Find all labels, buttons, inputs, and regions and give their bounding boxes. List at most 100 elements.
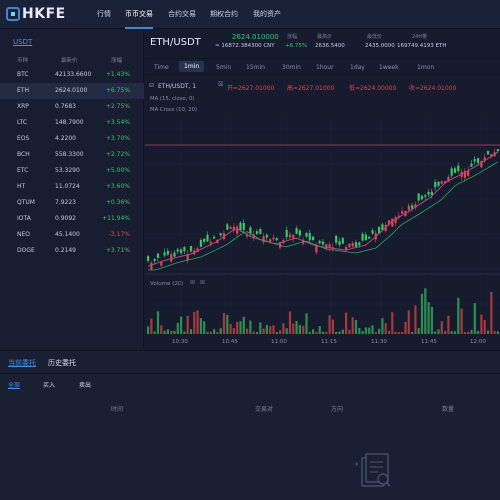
volume-bar	[285, 328, 288, 334]
market-change: +2.75%	[105, 103, 130, 110]
volume-bar	[463, 331, 466, 334]
market-coin: QTUM	[17, 199, 35, 206]
filter-all[interactable]: 全部	[8, 380, 20, 389]
volume-bar	[351, 317, 354, 334]
volume-bar	[302, 325, 305, 334]
market-change: +6.75%	[105, 87, 130, 94]
candle	[411, 205, 414, 209]
nav-item-spot-trading[interactable]: 币币交易	[125, 9, 153, 29]
filter-buy[interactable]: 买入	[43, 380, 55, 389]
column-quantity: 数量	[442, 406, 455, 413]
market-tab-usdt[interactable]: USDT	[13, 38, 32, 46]
candle	[450, 168, 453, 176]
nav-item-contract-trading[interactable]: 合约交易	[168, 9, 196, 19]
volume-bar	[150, 318, 153, 334]
volume-bar	[236, 321, 239, 334]
candle	[242, 222, 245, 230]
volume-bar	[206, 331, 209, 334]
market-row-xrp[interactable]: XRP 0.7683 +2.75%	[0, 99, 144, 115]
candle	[255, 231, 259, 234]
volume-bar	[404, 321, 407, 334]
volume-bar	[180, 316, 183, 334]
market-row-btc[interactable]: BTC 42133.6600 +1.43%	[0, 67, 144, 83]
logo-icon	[6, 7, 20, 21]
volume-bar	[345, 312, 348, 334]
nav-item-options[interactable]: 期权合约	[210, 9, 238, 19]
candle	[305, 232, 308, 237]
nav-item-market[interactable]: 行情	[97, 9, 111, 19]
volume-bar	[262, 328, 265, 334]
volume-bar	[391, 312, 394, 334]
volume-bar	[420, 293, 424, 334]
filter-sell[interactable]: 卖出	[79, 380, 91, 389]
volume-bar	[315, 331, 318, 334]
ma-line	[147, 151, 499, 267]
market-row-eos[interactable]: EOS 4.2200 +3.70%	[0, 131, 144, 147]
market-header-price: 最新价	[61, 58, 78, 64]
volume-bar	[407, 310, 410, 334]
market-row-neo[interactable]: NEO 45.1400 -3.17%	[0, 227, 144, 243]
volume-bar	[414, 305, 417, 334]
candle	[407, 205, 410, 211]
candle	[226, 224, 229, 230]
candle	[265, 234, 268, 238]
volume-bar	[496, 331, 499, 334]
market-row-iota[interactable]: IOTA 0.9092 +11.94%	[0, 211, 144, 227]
volume-bar	[275, 331, 278, 334]
tab-current-orders[interactable]: 当前委托	[8, 358, 36, 368]
volume-bar	[321, 331, 325, 334]
candle	[213, 236, 216, 239]
volume-bar	[232, 328, 235, 334]
market-coin: NEO	[17, 231, 31, 238]
candle	[189, 246, 193, 252]
market-price: 45.1400	[55, 231, 80, 238]
volume-bar	[368, 327, 371, 334]
market-row-eth[interactable]: ETH 2624.0100 +6.75%	[0, 83, 144, 99]
volume-bar	[269, 326, 272, 334]
market-coin: DOGE	[17, 247, 35, 254]
volume-bar	[447, 315, 450, 334]
orders-panel: 当前委托 历史委托 全部 买入 卖出 时间 交易对 方向 数量	[0, 350, 500, 500]
candle	[288, 234, 292, 238]
candle	[308, 233, 311, 241]
volume-bar	[186, 315, 189, 334]
volume-bar	[249, 320, 252, 334]
candle	[473, 159, 476, 162]
volume-bar	[338, 331, 341, 334]
volume-bar	[453, 331, 457, 334]
market-row-qtum[interactable]: QTUM 7.9223 +0.36%	[0, 195, 144, 211]
volume-bar	[477, 330, 480, 334]
x-axis-label: 10:30	[172, 339, 188, 345]
volume-bar	[252, 331, 255, 334]
volume-bar	[483, 320, 486, 334]
column-time: 时间	[111, 406, 124, 413]
volume-bar	[239, 321, 242, 334]
volume-bar	[341, 329, 344, 334]
tab-order-history[interactable]: 历史委托	[48, 358, 76, 368]
market-coin: ETC	[17, 167, 29, 174]
volume-bar	[490, 291, 493, 334]
candle	[173, 252, 176, 257]
market-row-ltc[interactable]: LTC 148.7900 +3.54%	[0, 115, 144, 131]
candle	[269, 239, 272, 242]
market-row-doge[interactable]: DOGE 0.2149 +3.71%	[0, 243, 144, 259]
volume-bar	[450, 331, 453, 334]
nav-item-my-assets[interactable]: 我的资产	[253, 9, 281, 19]
candle	[249, 227, 252, 234]
candle	[312, 236, 315, 241]
candle	[180, 249, 183, 254]
candle	[321, 241, 325, 245]
candlestick-chart[interactable]	[145, 29, 500, 350]
market-row-bch[interactable]: BCH 558.3300 +2.72%	[0, 147, 144, 163]
volume-bar	[354, 319, 358, 334]
volume-bar	[430, 306, 433, 334]
candle	[275, 238, 278, 241]
volume-bar	[384, 323, 387, 334]
candle	[292, 234, 295, 239]
market-row-etc[interactable]: ETC 53.3290 +5.00%	[0, 163, 144, 179]
market-row-ht[interactable]: HT 11.0724 +3.60%	[0, 179, 144, 195]
volume-bar	[173, 330, 176, 334]
brand-logo[interactable]: HKFE	[6, 5, 66, 23]
volume-bar	[378, 328, 381, 334]
candle	[453, 168, 457, 174]
